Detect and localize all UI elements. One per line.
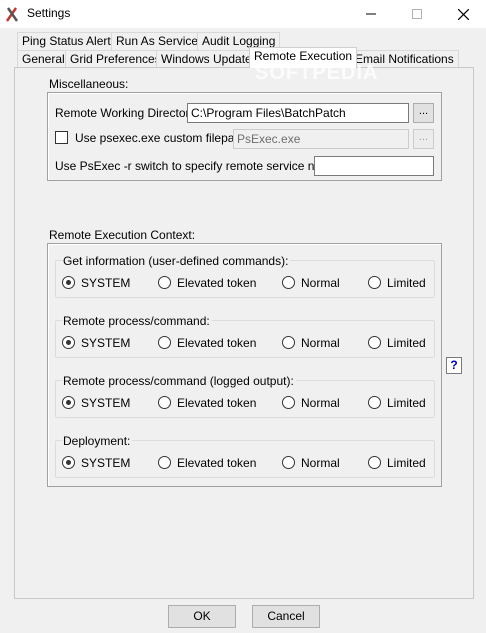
deployment-elevated-radio[interactable] [158,456,171,469]
tab-general[interactable]: General [17,50,70,68]
remote-process-title: Remote process/command: [63,314,212,328]
tab-run-as-service[interactable]: Run As Service [111,32,204,50]
tab-windows-update[interactable]: Windows Update [156,50,257,68]
help-button[interactable]: ? [446,357,462,374]
deployment-system-label: SYSTEM [81,456,131,470]
remote-directory-browse-button[interactable]: ... [413,103,434,123]
close-button[interactable] [440,0,486,28]
remote-execution-context-title: Remote Execution Context: [49,228,198,242]
close-icon [457,8,469,20]
ok-button[interactable]: OK [168,605,236,628]
deployment-system-radio[interactable] [62,456,75,469]
get-information-normal-radio[interactable] [282,276,295,289]
remote-process-logged-title: Remote process/command (logged output): [63,374,296,388]
deployment-normal-radio[interactable] [282,456,295,469]
remote-working-directory-input[interactable]: C:\Program Files\BatchPatch [187,103,409,123]
batchpatch-app-icon [5,7,19,22]
get-information-limited-radio[interactable] [368,276,381,289]
deployment-limited-radio[interactable] [368,456,381,469]
psexec-custom-filepath-checkbox[interactable] [55,131,68,144]
remote-process-limited-label: Limited [387,336,426,350]
remote-process-logged-elevated-radio[interactable] [158,396,171,409]
psexec-browse-button[interactable]: ... [413,129,434,149]
tab-grid-preferences[interactable]: Grid Preferences [65,50,166,68]
psexec-custom-filepath-label: Use psexec.exe custom filepath: [75,131,248,145]
deployment-elevated-label: Elevated token [177,456,257,470]
remote-process-logged-limited-label: Limited [387,396,426,410]
remote-process-logged-normal-label: Normal [301,396,340,410]
deployment-title: Deployment: [63,434,133,448]
remote-process-logged-elevated-label: Elevated token [177,396,257,410]
miscellaneous-group-title: Miscellaneous: [49,77,131,91]
get-information-title: Get information (user-defined commands): [63,254,291,268]
remote-process-system-radio[interactable] [62,336,75,349]
remote-process-logged-normal-radio[interactable] [282,396,295,409]
cancel-button[interactable]: Cancel [252,605,320,628]
remote-process-elevated-label: Elevated token [177,336,257,350]
get-information-limited-label: Limited [387,276,426,290]
service-name-label: Use PsExec -r switch to specify remote s… [55,159,342,173]
service-name-input[interactable] [314,156,434,176]
maximize-button[interactable] [394,0,440,28]
remote-working-directory-label: Remote Working Directory: [55,106,199,120]
remote-process-elevated-radio[interactable] [158,336,171,349]
deployment-normal-label: Normal [301,456,340,470]
remote-process-limited-radio[interactable] [368,336,381,349]
window-title: Settings [27,6,71,20]
remote-process-normal-label: Normal [301,336,340,350]
deployment-limited-label: Limited [387,456,426,470]
get-information-elevated-radio[interactable] [158,276,171,289]
title-bar: Settings [0,0,486,28]
get-information-elevated-label: Elevated token [177,276,257,290]
softpedia-watermark: SOFTPEDIA [255,62,379,84]
remote-process-system-label: SYSTEM [81,336,131,350]
remote-process-logged-limited-radio[interactable] [368,396,381,409]
get-information-system-label: SYSTEM [81,276,131,290]
remote-process-logged-system-radio[interactable] [62,396,75,409]
remote-process-logged-system-label: SYSTEM [81,396,131,410]
get-information-normal-label: Normal [301,276,340,290]
psexec-filepath-input[interactable]: PsExec.exe [233,129,409,149]
remote-process-normal-radio[interactable] [282,336,295,349]
minimize-button[interactable] [348,0,394,28]
tab-ping-status-alerts[interactable]: Ping Status Alerts [17,32,122,50]
minimize-icon [366,13,376,15]
get-information-system-radio[interactable] [62,276,75,289]
maximize-icon [412,9,422,19]
